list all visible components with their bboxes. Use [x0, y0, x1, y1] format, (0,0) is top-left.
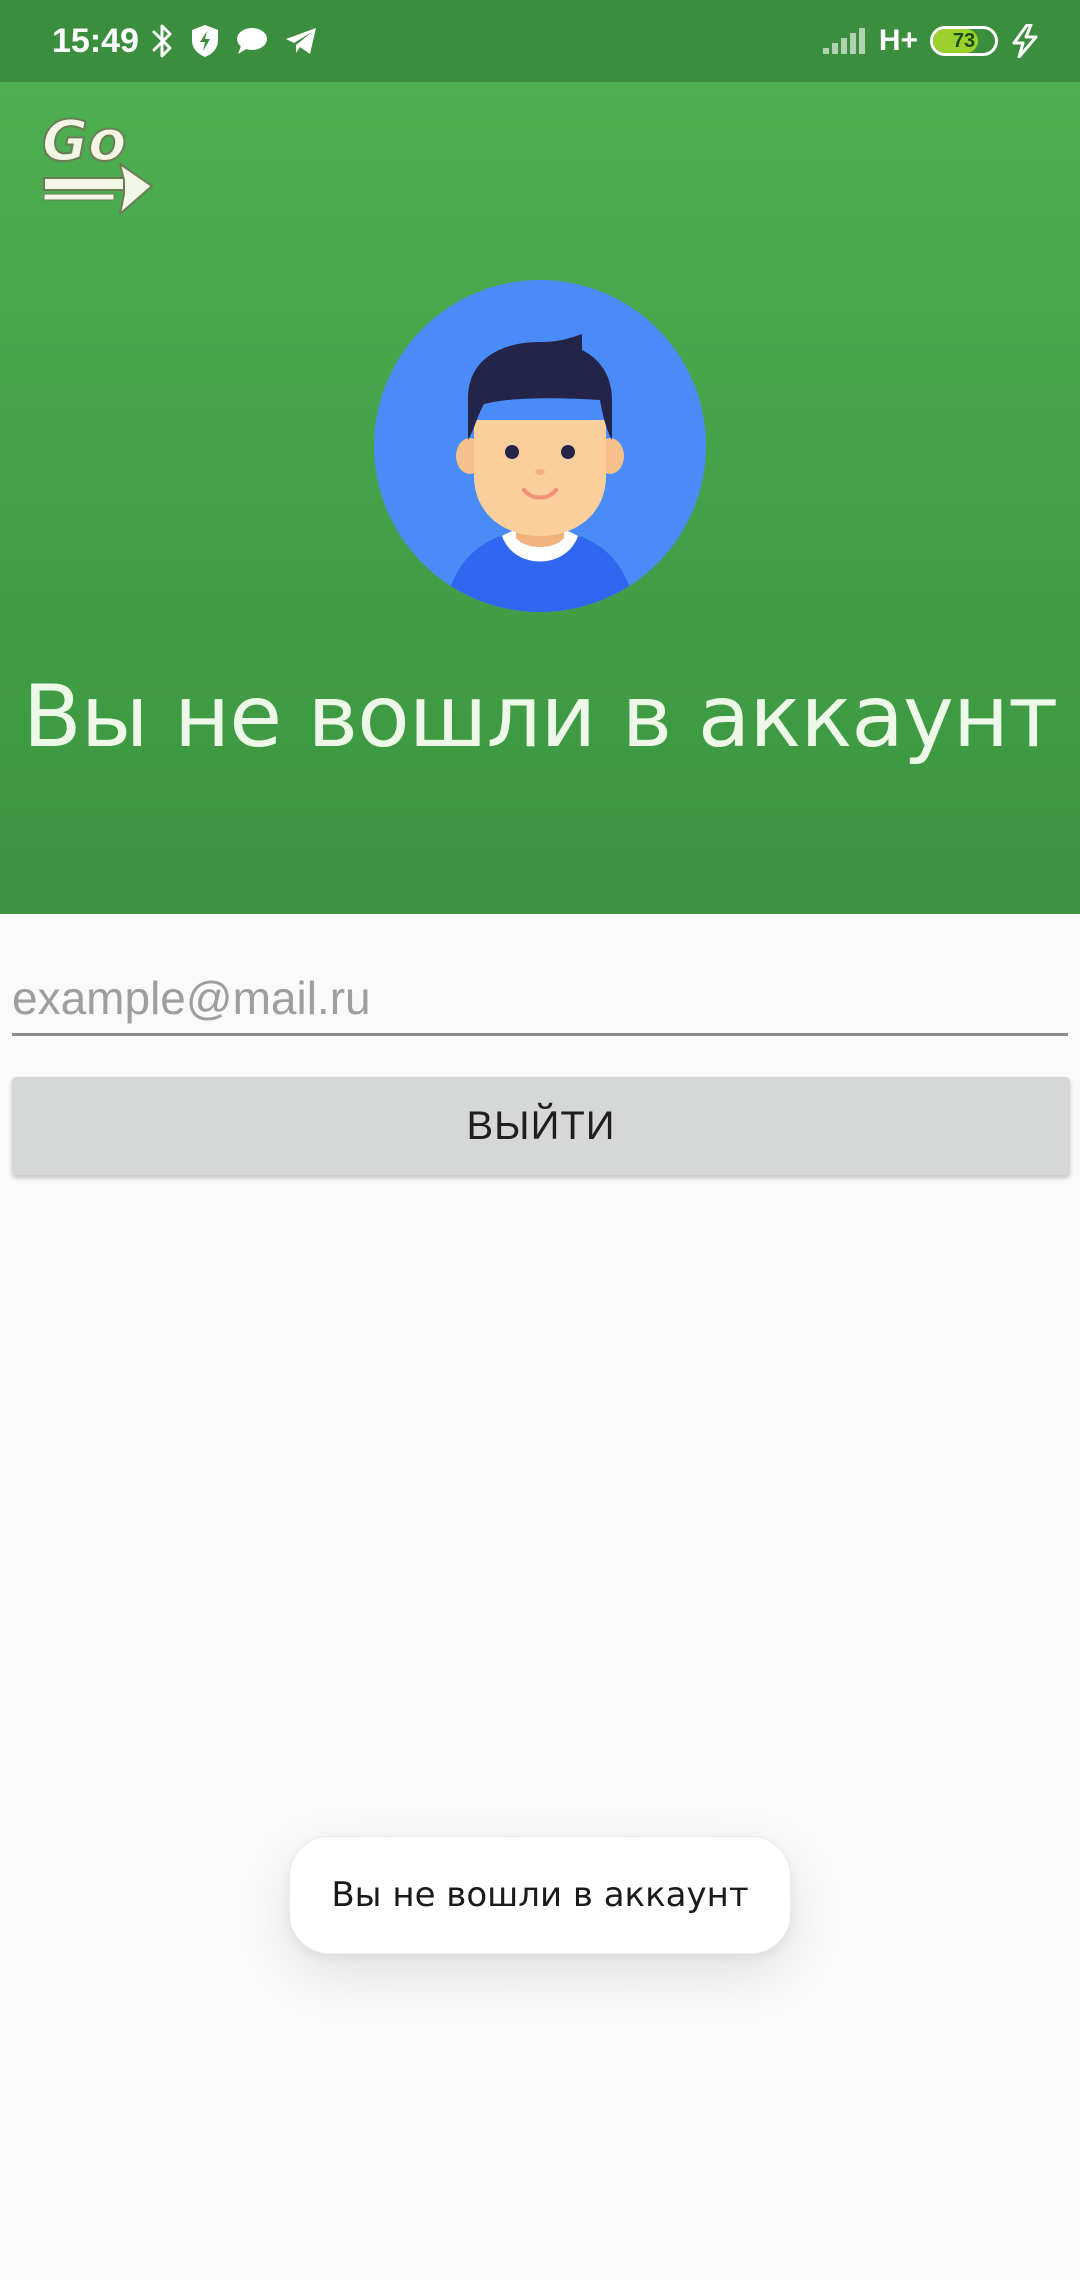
user-avatar-illustration: [374, 280, 706, 612]
network-type: H+: [878, 24, 918, 57]
chat-bubble-icon: [237, 28, 267, 54]
charging-bolt-icon: [1012, 24, 1038, 58]
toast-message: Вы не вошли в аккаунт: [289, 1836, 791, 1954]
battery-level: 73: [952, 30, 976, 52]
bluetooth-icon: [152, 24, 172, 58]
go-arrow-logo[interactable]: Go: [36, 108, 156, 228]
notification-icons: [150, 20, 318, 62]
user-avatar: [374, 280, 706, 612]
app-screen: 15:49 H+ 73 Go Вы не вошли в аккаунт exa…: [0, 0, 1080, 2280]
logout-button[interactable]: ВЫЙТИ: [12, 1077, 1070, 1175]
svg-text:Go: Go: [42, 109, 126, 174]
page-title: Вы не вошли в аккаунт: [22, 667, 1058, 767]
email-input[interactable]: [12, 962, 1068, 1036]
status-time: 15:49: [52, 22, 139, 60]
system-icons: H+ 73: [822, 20, 1040, 62]
profile-header: Go Вы не вошли в аккаунт: [0, 82, 1080, 914]
status-bar: 15:49 H+ 73: [0, 0, 1080, 82]
shield-bolt-icon: [192, 25, 218, 57]
signal-bars-icon: [822, 28, 865, 54]
battery-indicator: 73: [930, 26, 998, 56]
telegram-icon: [286, 28, 316, 54]
